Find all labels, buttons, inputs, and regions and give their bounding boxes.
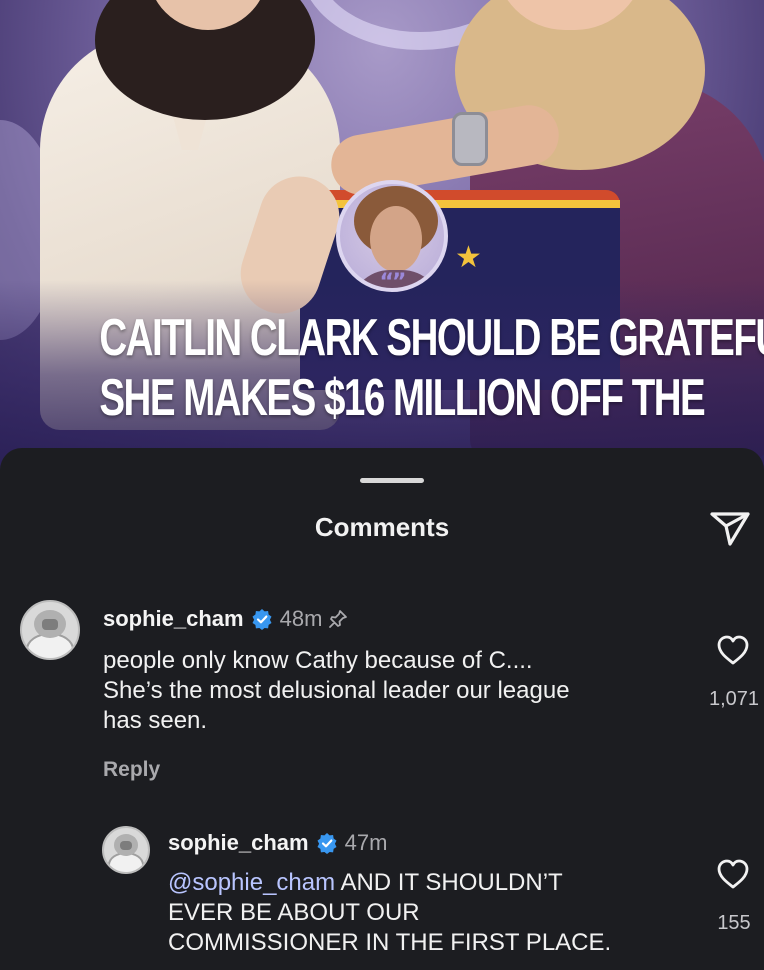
reply-time: 47m — [344, 830, 388, 855]
comments-sheet: Comments sophie_cham 48m people only kno… — [0, 448, 764, 970]
comment-text-line: people only know Cathy because of C.... — [103, 647, 533, 674]
avatar-face — [370, 206, 422, 272]
reply-text-line: EVER BE ABOUT OUR — [168, 899, 420, 926]
reply-button[interactable]: Reply — [103, 758, 160, 782]
mention-link[interactable]: @sophie_cham — [168, 869, 335, 896]
headline-line-2: SHE MAKES $16 MILLION OFF THE — [99, 369, 705, 427]
reply-text: @sophie_cham AND IT SHOULDN’T EVER BE AB… — [168, 868, 611, 958]
verified-badge-icon — [252, 609, 272, 630]
comment-text-line: has seen. — [103, 707, 208, 734]
like-count: 155 — [717, 912, 751, 934]
like-count: 1,071 — [708, 688, 760, 710]
post-media[interactable]: ★ “” CAITLIN CLARK SHOULD BE GRATEFUL SH… — [0, 0, 764, 470]
reply-text-line: @sophie_cham AND IT SHOULDN’T — [168, 868, 611, 898]
comment-username[interactable]: sophie_cham — [103, 606, 244, 632]
headline-line-1: CAITLIN CLARK SHOULD BE GRATEFUL — [99, 309, 764, 367]
reply-header: sophie_cham 47m — [168, 830, 387, 856]
comment-text: people only know Cathy because of C.... … — [103, 646, 570, 736]
reply-username[interactable]: sophie_cham — [168, 830, 309, 856]
post-headline: CAITLIN CLARK SHOULD BE GRATEFUL SHE MAK… — [0, 308, 764, 428]
verified-badge-icon — [317, 833, 337, 854]
reply-text-line: COMMISSIONER IN THE FIRST PLACE. — [168, 929, 612, 956]
comment-avatar[interactable] — [20, 600, 80, 660]
jersey-star-logo: ★ — [455, 241, 482, 274]
wristwatch — [452, 112, 488, 166]
sheet-drag-handle[interactable] — [360, 478, 424, 483]
pin-icon — [329, 610, 348, 628]
avatar-sketch-detail — [119, 841, 133, 850]
heart-icon[interactable] — [716, 634, 750, 666]
share-icon[interactable] — [708, 508, 752, 548]
comment-text-line: She’s the most delusional leader our lea… — [103, 677, 570, 704]
comment-header: sophie_cham 48m — [103, 606, 348, 632]
reply-text-rest: AND IT SHOULDN’T — [335, 869, 563, 896]
comment-time: 48m — [279, 606, 323, 631]
reply-avatar[interactable] — [102, 826, 150, 874]
heart-icon[interactable] — [716, 858, 750, 890]
quote-icon: “” — [379, 270, 407, 295]
avatar-sketch-detail — [42, 618, 58, 630]
sheet-title: Comments — [314, 512, 450, 542]
